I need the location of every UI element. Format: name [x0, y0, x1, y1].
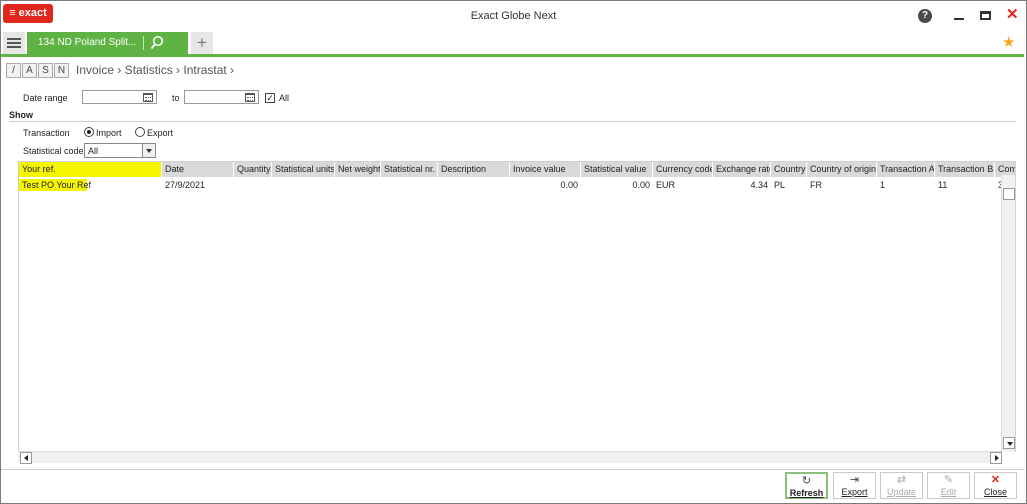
cell-date[interactable]: 27/9/2021: [162, 179, 234, 191]
column-header[interactable]: Country of origin: [807, 162, 877, 177]
chevron-down-icon[interactable]: [142, 144, 155, 157]
cell-currency-code[interactable]: EUR: [653, 179, 713, 191]
calendar-icon[interactable]: [143, 93, 153, 102]
column-header[interactable]: Currency code: [653, 162, 713, 177]
scroll-thumb[interactable]: [1003, 188, 1015, 200]
cell-country[interactable]: PL: [771, 179, 807, 191]
section-divider: [9, 121, 1016, 122]
scroll-right-button[interactable]: [990, 452, 1002, 464]
date-from-field[interactable]: [82, 90, 157, 104]
scroll-left-button[interactable]: [20, 452, 32, 464]
intrastat-grid: Your ref. Date Quantity Statistical unit…: [18, 161, 1016, 452]
help-icon[interactable]: ?: [918, 9, 932, 23]
update-label: Update: [886, 487, 917, 497]
refresh-icon: ↻: [801, 475, 812, 487]
date-range-label: Date range: [23, 93, 68, 103]
cell-quantity[interactable]: [234, 179, 272, 191]
a-button[interactable]: A: [22, 63, 37, 78]
tab-bar: 134 ND Poland Split... + ★: [1, 30, 1024, 57]
vertical-scrollbar[interactable]: [1001, 175, 1015, 452]
import-radio-label: Import: [96, 128, 122, 138]
transaction-label: Transaction: [23, 128, 70, 138]
s-button[interactable]: S: [38, 63, 53, 78]
slash-button[interactable]: /: [6, 63, 21, 78]
column-header[interactable]: Invoice value: [510, 162, 581, 177]
add-tab-button[interactable]: +: [191, 32, 213, 54]
update-icon: ⇄: [896, 474, 907, 486]
cell-statistical-units[interactable]: [272, 179, 335, 191]
horizontal-scrollbar[interactable]: [18, 451, 1002, 464]
close-button[interactable]: ✕ Close: [974, 472, 1017, 499]
minimize-icon[interactable]: [954, 18, 964, 20]
close-window-icon[interactable]: ✕: [1006, 7, 1020, 23]
tab-divider: [143, 36, 144, 50]
cell-statistical-value[interactable]: 0.00: [581, 179, 653, 191]
column-header[interactable]: Quantity: [234, 162, 272, 177]
update-button[interactable]: ⇄ Update: [880, 472, 923, 499]
all-checkbox-label: All: [279, 93, 290, 103]
to-label: to: [172, 93, 180, 103]
window-title: Exact Globe Next: [470, 10, 557, 22]
column-header[interactable]: Statistical value: [581, 162, 653, 177]
toolbar-divider: [1, 469, 1024, 470]
refresh-label: Refresh: [789, 488, 824, 498]
cell-statistical-nr[interactable]: [381, 179, 438, 191]
scroll-down-button[interactable]: [1003, 437, 1015, 449]
column-header[interactable]: Date: [162, 162, 234, 177]
import-radio[interactable]: [84, 127, 94, 137]
column-header[interactable]: Net weight: [335, 162, 381, 177]
cell-net-weight[interactable]: [335, 179, 381, 191]
pencil-icon: ✎: [943, 474, 954, 486]
cell-invoice-value[interactable]: 0.00: [510, 179, 581, 191]
column-header[interactable]: Transaction B: [935, 162, 995, 177]
breadcrumb[interactable]: Invoice › Statistics › Intrastat ›: [76, 63, 234, 77]
column-header[interactable]: Statistical units: [272, 162, 335, 177]
menu-icon[interactable]: [3, 32, 25, 54]
column-header[interactable]: Description: [438, 162, 510, 177]
search-icon[interactable]: [150, 35, 164, 51]
calendar-icon[interactable]: [245, 93, 255, 102]
export-radio[interactable]: [135, 127, 145, 137]
n-button[interactable]: N: [54, 63, 69, 78]
column-header[interactable]: Country: [771, 162, 807, 177]
all-checkbox[interactable]: ✓: [265, 93, 275, 103]
title-bar: ≡ exact Exact Globe Next ? ✕: [1, 1, 1026, 29]
cell-transaction-a[interactable]: 1: [877, 179, 935, 191]
date-to-field[interactable]: [184, 90, 259, 104]
edit-button[interactable]: ✎ Edit: [927, 472, 970, 499]
column-header[interactable]: Your ref.: [19, 162, 162, 177]
cell-country-of-origin[interactable]: FR: [807, 179, 877, 191]
statistical-code-value: All: [88, 146, 99, 156]
export-label: Export: [841, 487, 868, 497]
maximize-icon[interactable]: [980, 11, 991, 20]
cell-transaction-b[interactable]: 11: [935, 179, 995, 191]
favorite-star-icon[interactable]: ★: [1002, 33, 1015, 51]
close-icon: ✕: [990, 474, 1001, 486]
column-header[interactable]: Exchange rate: [713, 162, 771, 177]
tab-company[interactable]: 134 ND Poland Split...: [27, 32, 188, 54]
breadcrumb-bar: / A S N Invoice › Statistics › Intrastat…: [1, 60, 1024, 82]
close-label: Close: [983, 487, 1007, 497]
export-button[interactable]: ⇥ Export: [833, 472, 876, 499]
statistical-code-select[interactable]: All: [84, 143, 156, 158]
column-header[interactable]: Transaction A: [877, 162, 935, 177]
cell-exchange-rate[interactable]: 4.34: [713, 179, 771, 191]
tab-company-label: 134 ND Poland Split...: [38, 37, 137, 48]
statistical-code-label: Statistical code: [23, 146, 84, 156]
cell-description[interactable]: [438, 179, 510, 191]
show-section-title: Show: [9, 110, 33, 120]
refresh-button[interactable]: ↻ Refresh: [785, 472, 828, 499]
column-header[interactable]: Statistical nr.: [381, 162, 438, 177]
cell-your-ref[interactable]: Test PO Your Ref: [19, 179, 91, 191]
export-radio-label: Export: [147, 128, 174, 138]
export-icon: ⇥: [849, 474, 860, 486]
edit-label: Edit: [940, 487, 957, 497]
